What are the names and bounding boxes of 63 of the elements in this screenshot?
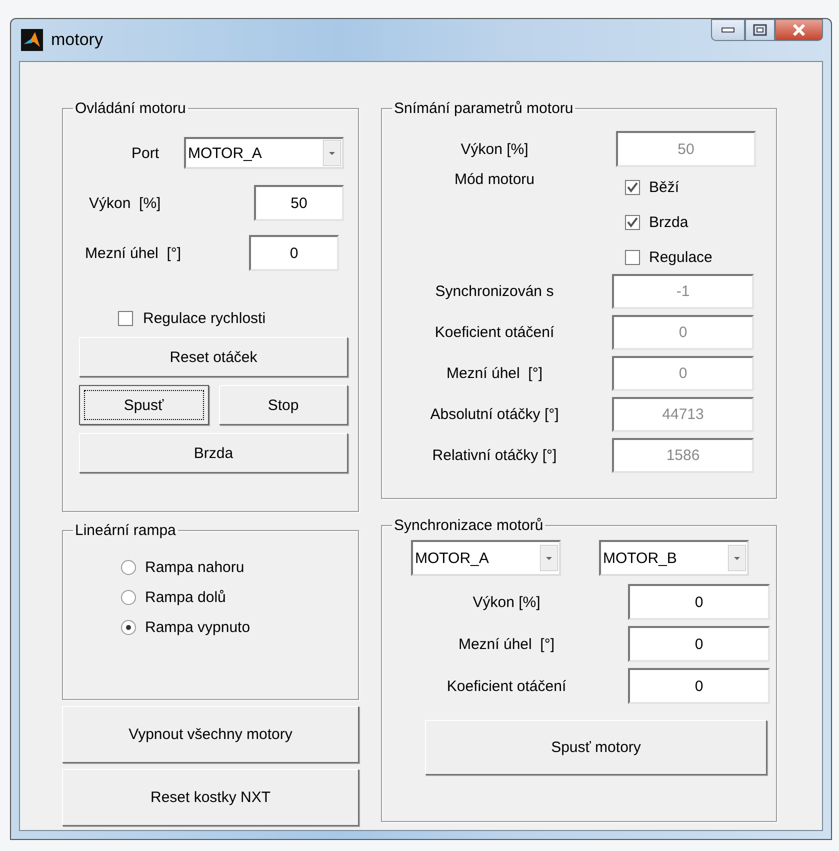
checkbox[interactable] [625,180,640,195]
radio-button[interactable] [121,590,136,605]
push-button[interactable]: Brzda [79,433,348,473]
readout-field: 44713 [612,397,754,432]
readout-field: 0 [612,356,754,391]
motor-dropdown[interactable]: MOTOR_B [599,540,749,576]
group-title: Synchronizace motorů [394,517,544,534]
field-label: Relativní otáčky [°] [431,447,558,464]
number-field[interactable]: 0 [628,626,770,662]
radio-label: Rampa vypnuto [145,619,250,636]
field-label: Koeficient otáčení [446,678,568,694]
field-label: Výkon [%] [88,194,162,212]
minimize-icon [721,27,735,33]
field-label: Výkon [%] [472,594,542,610]
push-button[interactable]: Reset kostky NXT [62,769,359,826]
radio-button[interactable] [121,560,136,575]
motor-dropdown[interactable]: MOTOR_A [411,540,561,576]
field-label: Mezní úhel [°] [457,636,556,652]
readout-field: -1 [612,274,754,309]
checkbox-label: Běží [649,179,680,196]
group-title: Ovládání motoru [75,100,186,117]
close-icon [791,23,807,37]
checkbox-label: Regulace [649,249,712,266]
checkbox[interactable] [118,311,133,326]
minimize-button[interactable] [711,19,745,41]
field-label: Výkon [%] [460,140,530,158]
maximize-button[interactable] [745,19,775,41]
checkbox[interactable] [625,250,640,265]
number-field[interactable]: 0 [628,668,770,704]
readout-field: 50 [616,131,756,167]
radio-label: Rampa dolů [145,589,226,606]
port-label: Port [130,144,159,162]
radio-label: Rampa nahoru [145,559,244,576]
close-button[interactable] [775,19,823,41]
checkbox[interactable] [625,215,640,230]
radio-button[interactable] [121,620,136,635]
field-label: Absolutní otáčky [°] [429,406,560,423]
checkbox-label: Regulace rychlosti [143,310,266,327]
field-label: Koeficient otáčení [434,324,556,341]
field-label: Mód motoru [453,171,536,188]
number-field[interactable]: 0 [249,235,339,271]
dropdown-arrow-icon [540,545,558,571]
number-field[interactable]: 0 [628,584,770,620]
window-title: motory [51,30,103,50]
app-logo-icon [21,29,43,51]
readout-field: 0 [612,315,754,350]
group-title: Lineární rampa [75,522,176,539]
field-label: Mezní úhel [°] [84,244,182,262]
checkbox-label: Brzda [649,214,688,231]
number-field[interactable]: 50 [254,185,344,221]
field-label: Synchronizován s [434,283,555,300]
push-button[interactable]: Spusť motory [425,720,767,775]
push-button[interactable]: Spusť [79,385,208,425]
push-button[interactable]: Stop [218,385,348,425]
maximize-icon [753,24,767,36]
group-title: Snímání parametrů motoru [394,100,574,117]
dropdown-arrow-icon [728,545,746,571]
dropdown-arrow-icon [323,140,341,166]
readout-field: 1586 [612,438,754,473]
push-button[interactable]: Vypnout všechny motory [62,706,359,763]
push-button[interactable]: Reset otáček [79,337,348,377]
field-label: Mezní úhel [°] [445,365,544,382]
port-dropdown[interactable]: MOTOR_A [184,137,344,169]
